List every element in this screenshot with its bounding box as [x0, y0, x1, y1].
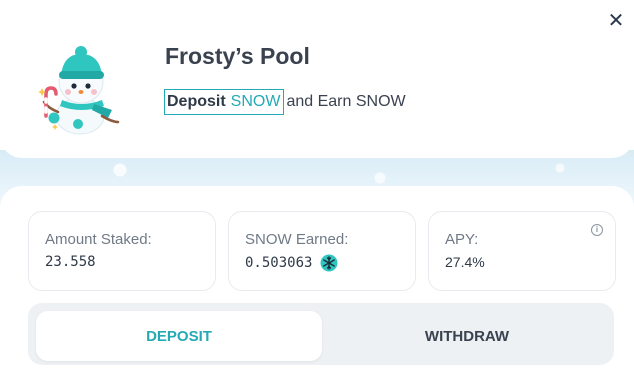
- snow-earned-value: 0.503063: [245, 254, 338, 272]
- snowman-icon: [38, 46, 120, 135]
- snow-earned-number: 0.503063: [245, 255, 313, 271]
- pool-subtitle: Deposit SNOW and Earn SNOW: [164, 89, 406, 115]
- pool-title: Frosty’s Pool: [165, 43, 310, 69]
- apy-value: 27.4%: [445, 254, 485, 270]
- earn-text: and Earn SNOW: [286, 93, 406, 110]
- apy-label: APY:: [445, 231, 479, 248]
- apy-number: 27.4%: [445, 254, 485, 270]
- pool-header: ✕ Frosty’s Pool Deposit SNOW and Earn SN…: [0, 0, 634, 158]
- amount-staked-number: 23.558: [45, 254, 96, 270]
- deposit-withdraw-toggle: DEPOSIT WITHDRAW: [28, 303, 614, 365]
- snowflake-icon: [320, 254, 338, 272]
- info-icon[interactable]: i: [591, 224, 603, 236]
- tab-deposit[interactable]: DEPOSIT: [36, 311, 322, 361]
- snow-earned-card: SNOW Earned: 0.503063: [228, 211, 416, 291]
- apy-card: APY: i 27.4%: [428, 211, 616, 291]
- snow-earned-label: SNOW Earned:: [245, 231, 349, 248]
- amount-staked-card: Amount Staked: 23.558: [28, 211, 216, 291]
- deposit-token: SNOW: [230, 93, 281, 110]
- tab-withdraw[interactable]: WITHDRAW: [324, 311, 610, 361]
- amount-staked-value: 23.558: [45, 254, 96, 270]
- deposit-label: Deposit: [167, 93, 226, 110]
- deposit-token-link[interactable]: Deposit SNOW: [164, 89, 285, 115]
- close-button[interactable]: ✕: [602, 6, 630, 34]
- amount-staked-label: Amount Staked:: [45, 231, 152, 248]
- close-icon: ✕: [607, 8, 625, 32]
